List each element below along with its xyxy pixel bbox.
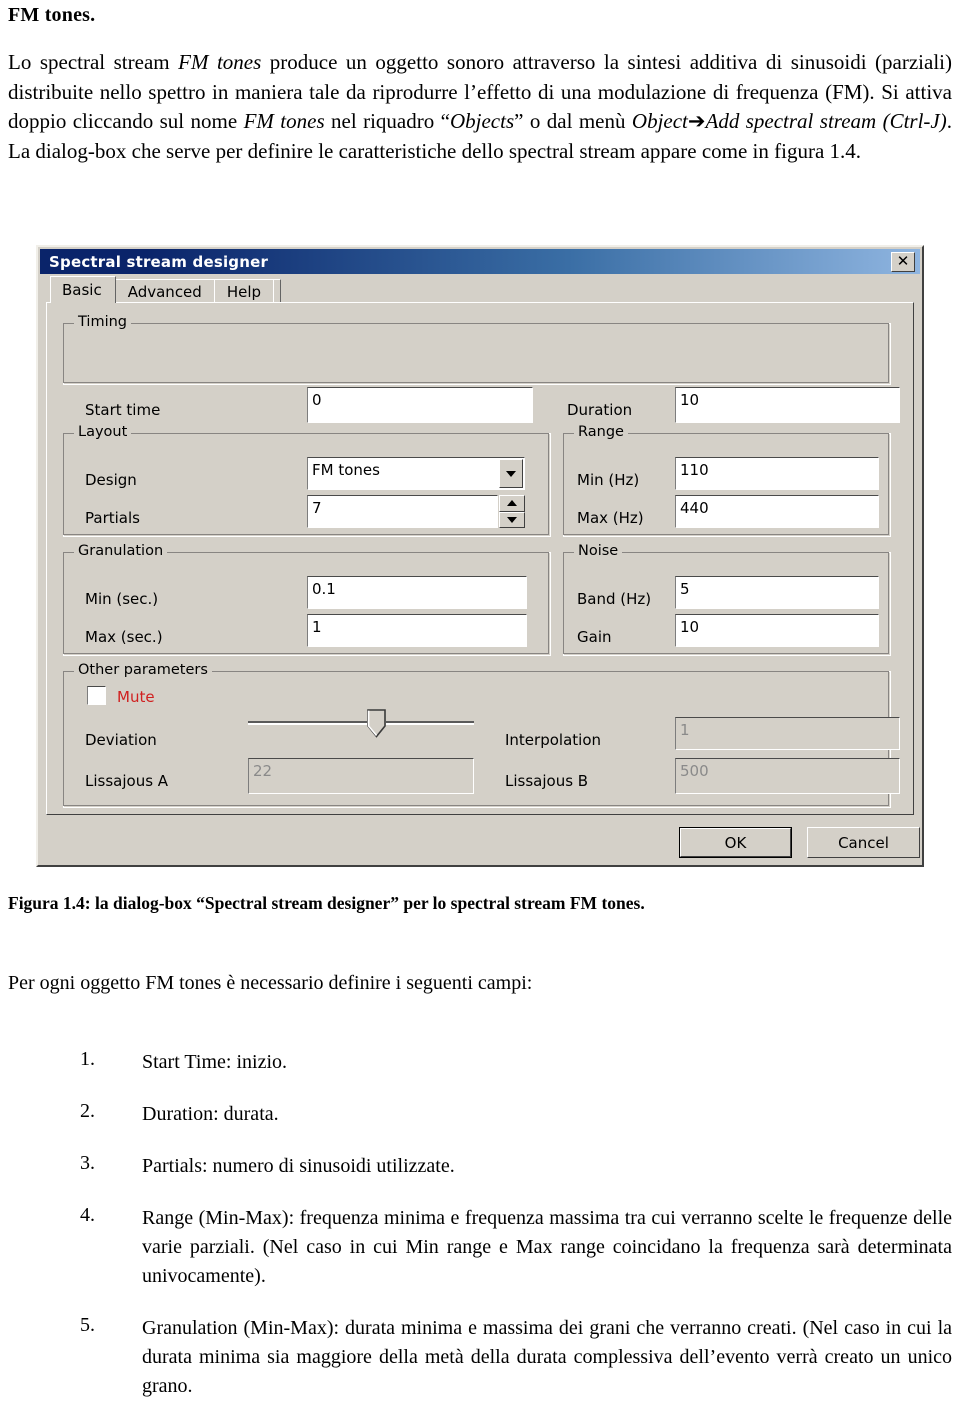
spectral-stream-designer-dialog: Spectral stream designer ✕ Basic Advance… <box>36 245 924 867</box>
list-item-number: 1. <box>80 1048 95 1070</box>
list-item-number: 5. <box>80 1314 95 1336</box>
lead-in-text: Per ogni oggetto FM tones è necessario d… <box>8 972 533 994</box>
noise-band-input[interactable]: 5 <box>675 576 879 609</box>
group-noise-label: Noise <box>574 543 623 559</box>
lissajous-b-label: Lissajous B <box>505 772 589 790</box>
granulation-max-label: Max (sec.) <box>85 628 163 646</box>
chevron-down-icon[interactable] <box>499 459 523 488</box>
list-item-text: Granulation (Min-Max): durata minima e m… <box>142 1317 952 1397</box>
list-item: 3. Partials: numero di sinusoidi utilizz… <box>8 1152 952 1181</box>
list-item-number: 3. <box>80 1152 95 1174</box>
tab-advanced-label: Advanced <box>127 282 202 301</box>
list-item: 4. Range (Min-Max): frequenza minima e f… <box>8 1204 952 1291</box>
interpolation-input[interactable]: 1 <box>675 717 900 750</box>
list-item: 2. Duration: durata. <box>8 1100 952 1129</box>
document-page: FM tones. Lo spectral stream FM tones pr… <box>0 0 960 1410</box>
range-min-input[interactable]: 110 <box>675 457 879 490</box>
field-description-list: 1. Start Time: inizio. 2. Duration: dura… <box>8 1048 952 1424</box>
page-title: FM tones. <box>8 4 96 26</box>
deviation-slider-thumb[interactable] <box>367 709 386 738</box>
partials-input[interactable]: 7 <box>307 495 498 528</box>
cancel-button[interactable]: Cancel <box>807 827 920 858</box>
cancel-button-label: Cancel <box>838 833 889 852</box>
list-item: 5. Granulation (Min-Max): durata minima … <box>8 1314 952 1401</box>
group-granulation-label: Granulation <box>74 543 168 559</box>
granulation-min-input[interactable]: 0.1 <box>307 576 527 609</box>
list-item-text: Duration: durata. <box>142 1103 279 1125</box>
deviation-slider-track[interactable] <box>248 721 474 725</box>
partials-label: Partials <box>85 509 140 527</box>
start-time-label: Start time <box>85 401 161 419</box>
ok-button-inner: OK <box>680 828 791 857</box>
start-time-input[interactable]: 0 <box>307 387 533 423</box>
interpolation-label: Interpolation <box>505 731 601 749</box>
deviation-slider[interactable] <box>248 709 474 740</box>
granulation-max-input[interactable]: 1 <box>307 614 527 647</box>
duration-input[interactable]: 10 <box>675 387 900 423</box>
lissajous-a-label: Lissajous A <box>85 772 169 790</box>
list-item-number: 4. <box>80 1204 95 1226</box>
range-max-input[interactable]: 440 <box>675 495 879 528</box>
group-other-label: Other parameters <box>74 662 212 678</box>
range-max-label: Max (Hz) <box>577 509 644 527</box>
tab-panel-basic: Timing Start time 0 Duration 10 Layout D… <box>46 302 914 815</box>
dialog-title: Spectral stream designer <box>49 252 269 271</box>
noise-gain-label: Gain <box>577 628 612 646</box>
design-combobox[interactable]: FM tones <box>307 457 525 490</box>
figure-caption: Figura 1.4: la dialog-box “Spectral stre… <box>8 893 645 913</box>
dialog-titlebar[interactable]: Spectral stream designer ✕ <box>40 249 920 274</box>
tab-basic[interactable]: Basic <box>50 276 116 303</box>
slider-thumb-icon <box>367 709 386 738</box>
tab-help[interactable]: Help <box>213 279 275 303</box>
noise-band-label: Band (Hz) <box>577 590 652 608</box>
lissajous-b-input[interactable]: 500 <box>675 758 900 794</box>
group-timing-label: Timing <box>74 314 131 330</box>
granulation-min-label: Min (sec.) <box>85 590 159 608</box>
tab-help-label: Help <box>226 282 262 301</box>
list-item: 1. Start Time: inizio. <box>8 1048 952 1077</box>
duration-label: Duration <box>567 401 633 419</box>
group-timing-frame <box>62 322 889 383</box>
group-range-label: Range <box>574 424 628 440</box>
tab-advanced[interactable]: Advanced <box>114 279 215 303</box>
ok-button[interactable]: OK <box>679 827 792 858</box>
group-timing: Timing <box>62 314 891 385</box>
close-icon[interactable]: ✕ <box>891 251 915 272</box>
group-layout-label: Layout <box>74 424 132 440</box>
partials-stepper[interactable] <box>499 495 525 528</box>
tabstrip-tail <box>273 279 282 303</box>
intro-paragraph: Lo spectral stream FM tones produce un o… <box>8 50 952 163</box>
mute-checkbox[interactable] <box>87 686 106 705</box>
list-item-text: Start Time: inizio. <box>142 1051 288 1073</box>
list-item-text: Partials: numero di sinusoidi utilizzate… <box>142 1155 455 1177</box>
deviation-label: Deviation <box>85 731 157 749</box>
list-item-number: 2. <box>80 1100 95 1122</box>
lissajous-a-input[interactable]: 22 <box>248 758 474 794</box>
ok-button-label: OK <box>724 833 747 852</box>
list-item-text: Range (Min-Max): frequenza minima e freq… <box>142 1207 952 1287</box>
stepper-down-icon[interactable] <box>499 511 525 528</box>
tabstrip: Basic Advanced Help <box>50 276 282 303</box>
tab-basic-label: Basic <box>62 281 102 299</box>
design-combobox-value: FM tones <box>312 461 380 479</box>
design-label: Design <box>85 471 137 489</box>
stepper-up-icon[interactable] <box>499 495 525 512</box>
noise-gain-input[interactable]: 10 <box>675 614 879 647</box>
mute-label: Mute <box>117 688 155 706</box>
range-min-label: Min (Hz) <box>577 471 640 489</box>
